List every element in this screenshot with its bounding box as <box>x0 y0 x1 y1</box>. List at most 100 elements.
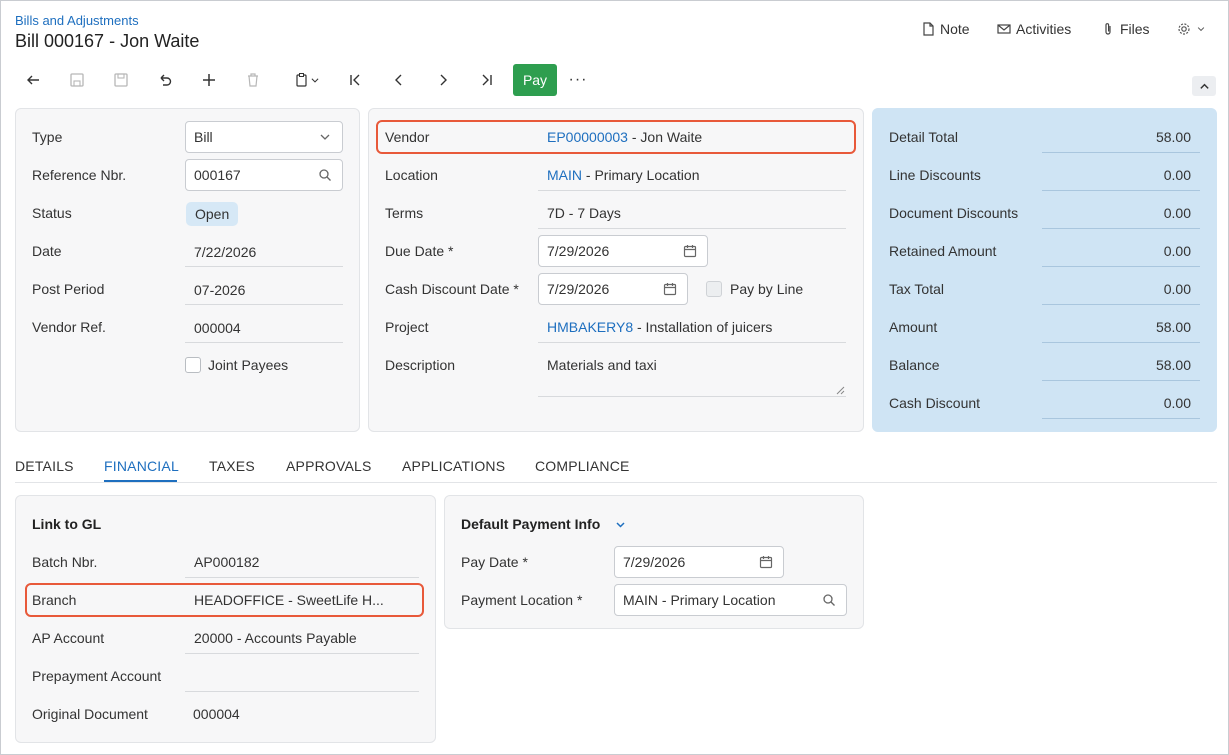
ap-account-label: AP Account <box>32 630 105 646</box>
project-underline <box>538 342 846 343</box>
trash-icon <box>248 73 258 87</box>
balance-label: Balance <box>889 357 940 373</box>
project-id-link[interactable]: HMBAKERY8 <box>547 319 633 335</box>
save-icon <box>114 73 128 87</box>
description-label: Description <box>385 357 456 373</box>
type-value: Bill <box>194 129 213 145</box>
vendor-id-link[interactable]: EP00000003 <box>547 129 628 145</box>
detail-total-value: 58.00 <box>1155 129 1191 145</box>
ap-account-value[interactable]: 20000 - Accounts Payable <box>194 630 357 646</box>
due-date-value: 7/29/2026 <box>547 243 610 259</box>
reference-nbr-value: 000167 <box>194 167 241 183</box>
back-button[interactable] <box>17 66 49 94</box>
vendor-ref-value[interactable]: 000004 <box>194 320 241 336</box>
date-value[interactable]: 7/22/2026 <box>194 244 256 260</box>
chevron-down-icon[interactable] <box>615 519 626 530</box>
description-value[interactable]: Materials and taxi <box>547 357 657 373</box>
activities-button[interactable]: Activities <box>997 20 1071 38</box>
batch-nbr-underline <box>185 577 419 578</box>
location-label: Location <box>385 167 438 183</box>
breadcrumb[interactable]: Bills and Adjustments <box>15 13 139 28</box>
activities-label: Activities <box>1016 21 1072 37</box>
terms-value[interactable]: 7D - 7 Days <box>547 205 621 221</box>
tab-compliance[interactable]: COMPLIANCE <box>535 458 630 474</box>
location-id-link[interactable]: MAIN <box>547 167 582 183</box>
payment-info-title[interactable]: Default Payment Info <box>461 516 600 532</box>
calendar-icon[interactable] <box>663 282 677 296</box>
delete-button[interactable] <box>237 66 269 94</box>
pay-date-input[interactable]: 7/29/2026 <box>614 546 784 578</box>
envelope-icon <box>997 24 1011 34</box>
pay-button[interactable]: Pay <box>513 64 557 96</box>
copy-paste-button[interactable] <box>288 66 326 94</box>
balance-underline <box>1042 380 1200 381</box>
vendor-panel <box>368 108 864 432</box>
tax-total-label: Tax Total <box>889 281 944 297</box>
note-label: Note <box>940 21 970 37</box>
retained-amount-value: 0.00 <box>1163 243 1191 259</box>
tab-applications[interactable]: APPLICATIONS <box>402 458 505 474</box>
batch-nbr-link[interactable]: AP000182 <box>194 554 259 570</box>
collapse-button[interactable] <box>1192 76 1216 96</box>
calendar-icon[interactable] <box>683 244 697 258</box>
last-icon <box>482 74 492 86</box>
paperclip-icon <box>1105 23 1111 35</box>
totals-panel <box>872 108 1217 432</box>
settings-button[interactable] <box>1177 20 1206 38</box>
type-select[interactable]: Bill <box>185 121 343 153</box>
post-period-value[interactable]: 07-2026 <box>194 282 245 298</box>
next-record-button[interactable] <box>427 66 459 94</box>
undo-button[interactable] <box>149 66 181 94</box>
location-value: MAIN - Primary Location <box>547 167 699 183</box>
tab-approvals[interactable]: APPROVALS <box>286 458 372 474</box>
chevron-down-icon <box>311 78 319 83</box>
joint-payees-label: Joint Payees <box>208 357 289 373</box>
calendar-icon[interactable] <box>759 555 773 569</box>
status-label: Status <box>32 205 72 221</box>
tab-financial[interactable]: FINANCIAL <box>104 458 179 474</box>
payment-location-value: MAIN - Primary Location <box>623 592 776 608</box>
reference-nbr-label: Reference Nbr. <box>32 167 127 183</box>
files-button[interactable]: Files <box>1101 20 1150 38</box>
original-document-link[interactable]: 000004 <box>193 706 240 722</box>
add-button[interactable] <box>193 66 225 94</box>
cash-discount-date-input[interactable]: 7/29/2026 <box>538 273 688 305</box>
cash-discount-date-value: 7/29/2026 <box>547 281 610 297</box>
document-discounts-label: Document Discounts <box>889 205 1019 221</box>
save-close-icon <box>70 73 84 87</box>
link-to-gl-title: Link to GL <box>32 516 102 532</box>
reference-nbr-input[interactable]: 000167 <box>185 159 343 191</box>
resize-handle-icon[interactable] <box>836 386 845 395</box>
due-date-input[interactable]: 7/29/2026 <box>538 235 708 267</box>
pay-by-line-label: Pay by Line <box>730 281 804 297</box>
tab-separator <box>15 482 1217 483</box>
cash-discount-underline <box>1042 418 1200 419</box>
previous-record-button[interactable] <box>383 66 415 94</box>
save-button[interactable] <box>105 66 137 94</box>
plus-icon <box>203 74 215 86</box>
tab-details[interactable]: DETAILS <box>15 458 74 474</box>
location-name: - Primary Location <box>582 167 700 183</box>
save-close-button[interactable] <box>61 66 93 94</box>
detail-total-label: Detail Total <box>889 129 959 145</box>
branch-value[interactable]: HEADOFFICE - SweetLife H... <box>194 592 384 608</box>
type-label: Type <box>32 129 63 145</box>
document-discounts-underline <box>1042 228 1200 229</box>
terms-underline <box>538 228 846 229</box>
note-button[interactable]: Note <box>921 20 970 38</box>
first-icon <box>350 74 360 86</box>
cash-discount-date-label: Cash Discount Date * <box>385 281 519 297</box>
payment-location-input[interactable]: MAIN - Primary Location <box>614 584 847 616</box>
tab-taxes[interactable]: TAXES <box>209 458 255 474</box>
last-record-button[interactable] <box>471 66 503 94</box>
first-record-button[interactable] <box>339 66 371 94</box>
search-icon[interactable] <box>822 593 836 607</box>
clipboard-icon <box>296 73 307 87</box>
files-label: Files <box>1120 21 1150 37</box>
tax-total-underline <box>1042 304 1200 305</box>
post-period-label: Post Period <box>32 281 105 297</box>
project-label: Project <box>385 319 429 335</box>
joint-payees-checkbox[interactable] <box>185 357 201 373</box>
more-actions-button[interactable]: ··· <box>562 66 594 94</box>
pay-by-line-checkbox[interactable] <box>706 281 722 297</box>
